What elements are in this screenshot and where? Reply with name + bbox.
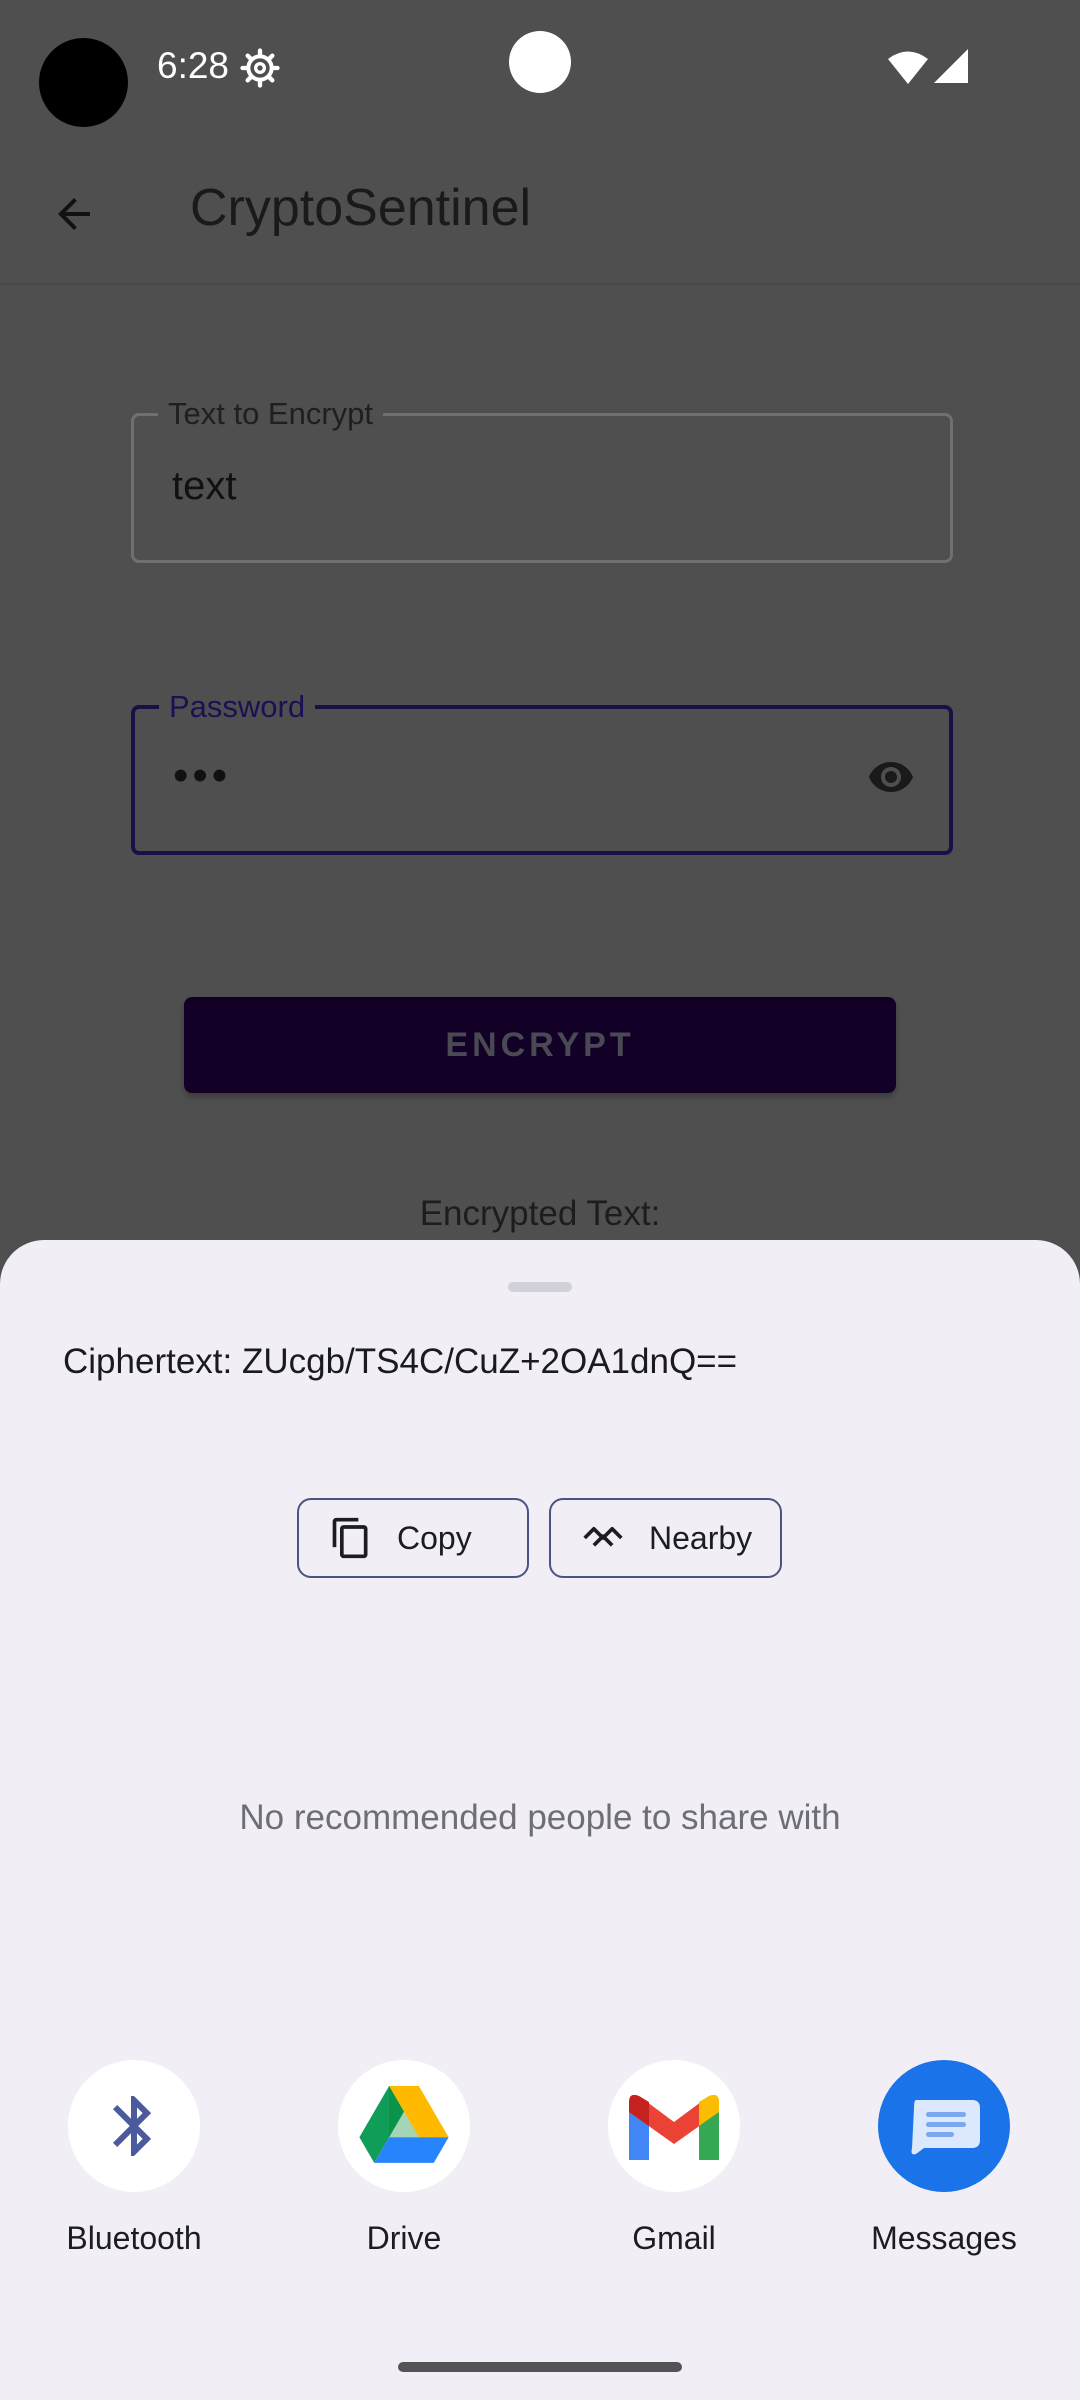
app-bar: CryptoSentinel	[0, 130, 1080, 285]
share-target-drive[interactable]: Drive	[304, 2060, 504, 2257]
visibility-toggle-icon[interactable]	[861, 753, 921, 801]
camera-cutout	[39, 38, 128, 127]
gmail-label: Gmail	[632, 2220, 716, 2256]
encrypted-text-label: Encrypted Text:	[419, 1194, 661, 1233]
password-field-value: •••	[173, 751, 232, 800]
page-title: CryptoSentinel	[190, 179, 532, 237]
no-recommendations-text: No recommended people to share with	[239, 1798, 841, 1837]
gmail-app-icon-circle	[608, 2060, 740, 2192]
bluetooth-icon	[113, 2096, 152, 2156]
status-time: 6:28	[157, 45, 230, 86]
bluetooth-label: Bluetooth	[66, 2220, 202, 2256]
sheet-drag-handle[interactable]	[508, 1282, 572, 1292]
app-screen: 6:28 CryptoSentinel Text to Encrypt text…	[0, 0, 1080, 2400]
cellular-signal-icon	[934, 49, 968, 83]
encrypt-button[interactable]: ENCRYPT	[184, 997, 896, 1093]
copy-button-label: Copy	[397, 1519, 472, 1556]
share-target-messages[interactable]: Messages	[844, 2060, 1044, 2257]
nearby-icon	[583, 1527, 623, 1547]
copy-icon	[332, 1517, 368, 1559]
share-target-bluetooth[interactable]: Bluetooth	[34, 2060, 234, 2257]
text-field-value: text	[172, 464, 237, 508]
password-field-label: Password	[159, 689, 316, 725]
gmail-icon	[629, 2094, 719, 2160]
drive-app-icon-circle	[338, 2060, 470, 2192]
wifi-icon	[888, 51, 928, 84]
messages-label: Messages	[871, 2220, 1017, 2256]
copy-button[interactable]: Copy	[297, 1498, 529, 1578]
back-arrow-icon	[58, 198, 90, 230]
password-field[interactable]: Password •••	[131, 689, 953, 855]
share-preview-text: Ciphertext: ZUcgb/TS4C/CuZ+2OA1dnQ==	[63, 1342, 738, 1381]
messages-icon	[911, 2100, 980, 2155]
nearby-share-button[interactable]: Nearby	[549, 1498, 782, 1578]
drive-label: Drive	[366, 2220, 442, 2256]
messages-app-icon-circle	[878, 2060, 1010, 2192]
settings-gear-icon	[240, 48, 280, 88]
share-sheet: Ciphertext: ZUcgb/TS4C/CuZ+2OA1dnQ== Cop…	[0, 1240, 1080, 2400]
status-bar: 6:28	[0, 0, 1080, 130]
home-indicator[interactable]	[398, 2362, 682, 2372]
bluetooth-app-icon-circle	[68, 2060, 200, 2192]
text-to-encrypt-field[interactable]: Text to Encrypt text	[131, 396, 953, 563]
share-target-gmail[interactable]: Gmail	[574, 2060, 774, 2257]
back-button[interactable]	[38, 178, 110, 250]
text-field-label: Text to Encrypt	[158, 396, 384, 432]
drive-icon	[359, 2086, 449, 2163]
nearby-button-label: Nearby	[649, 1519, 753, 1556]
notification-dot	[509, 31, 571, 93]
